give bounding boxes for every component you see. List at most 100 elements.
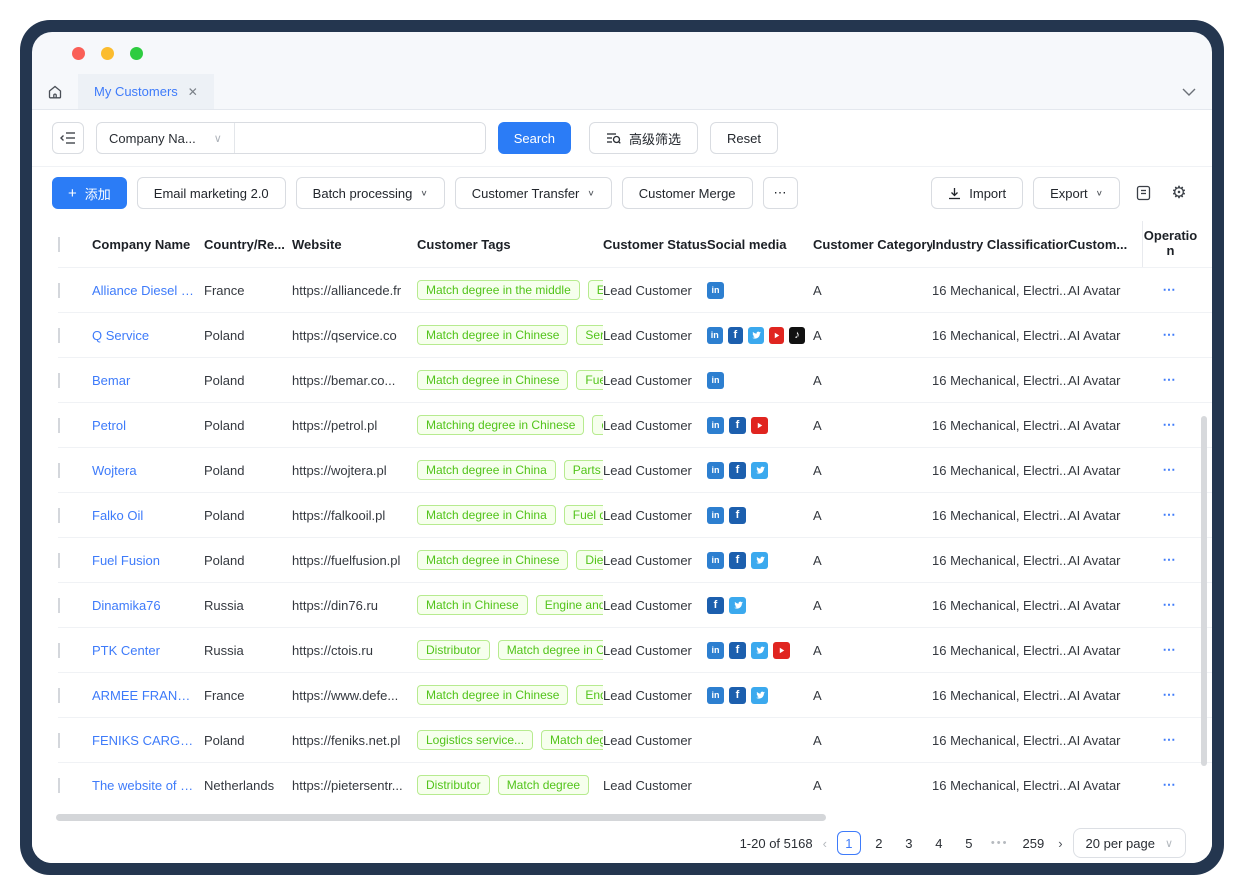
row-operations-button[interactable]: ⋯ [1142,417,1198,433]
advanced-filter-button[interactable]: 高级筛选 [589,122,698,154]
country-cell: France [204,688,292,703]
company-link[interactable]: Fuel Fusion [92,553,196,568]
company-link[interactable]: ARMEE FRANCAI... [92,688,196,703]
company-link[interactable]: Bemar [92,373,196,388]
row-checkbox[interactable] [58,283,60,298]
row-checkbox[interactable] [58,463,60,478]
facebook-icon[interactable]: f [707,597,724,614]
page-last[interactable]: 259 [1018,831,1048,855]
youtube-icon[interactable] [751,417,768,434]
row-checkbox[interactable] [58,733,60,748]
twitter-icon[interactable] [751,552,768,569]
export-button[interactable]: Export ∨ [1033,177,1120,209]
row-checkbox[interactable] [58,373,60,388]
facebook-icon[interactable]: f [728,327,744,344]
row-checkbox[interactable] [58,418,60,433]
row-checkbox[interactable] [58,508,60,523]
maximize-window-dot[interactable] [130,47,143,60]
twitter-icon[interactable] [748,327,764,344]
search-field-select[interactable]: Company Na... ∨ [97,123,235,153]
import-button[interactable]: Import [931,177,1023,209]
linkedin-icon[interactable]: in [707,372,724,389]
row-checkbox[interactable] [58,553,60,568]
twitter-icon[interactable] [729,597,746,614]
facebook-icon[interactable]: f [729,687,746,704]
twitter-icon[interactable] [751,642,768,659]
row-operations-button[interactable]: ⋯ [1142,777,1198,793]
per-page-select[interactable]: 20 per page ∨ [1073,828,1186,858]
youtube-icon[interactable] [769,327,785,344]
tab-close-icon[interactable]: ✕ [188,85,198,99]
row-checkbox[interactable] [58,643,60,658]
row-operations-button[interactable]: ⋯ [1142,372,1198,388]
tab-my-customers[interactable]: My Customers ✕ [78,74,214,109]
linkedin-icon[interactable]: in [707,687,724,704]
search-input[interactable] [235,123,485,153]
page-1[interactable]: 1 [837,831,861,855]
company-link[interactable]: Q Service [92,328,196,343]
linkedin-icon[interactable]: in [707,552,724,569]
search-button[interactable]: Search [498,122,571,154]
youtube-icon[interactable] [773,642,790,659]
row-checkbox[interactable] [58,688,60,703]
customer-merge-button[interactable]: Customer Merge [622,177,753,209]
email-marketing-button[interactable]: Email marketing 2.0 [137,177,286,209]
select-all-checkbox[interactable] [58,237,60,252]
row-operations-button[interactable]: ⋯ [1142,462,1198,478]
linkedin-icon[interactable]: in [707,462,724,479]
facebook-icon[interactable]: f [729,507,746,524]
facebook-icon[interactable]: f [729,462,746,479]
settings-gear-icon[interactable]: ⚙ [1166,183,1192,203]
next-page-icon[interactable]: › [1058,836,1062,851]
page-5[interactable]: 5 [957,831,981,855]
page-ellipsis[interactable]: ••• [991,837,1009,849]
linkedin-icon[interactable]: in [707,417,724,434]
horizontal-scrollbar[interactable] [56,814,826,821]
row-operations-button[interactable]: ⋯ [1142,327,1198,343]
reset-button[interactable]: Reset [710,122,778,154]
facebook-icon[interactable]: f [729,417,746,434]
company-link[interactable]: The website of pi... [92,778,196,793]
page-4[interactable]: 4 [927,831,951,855]
tiktok-icon[interactable]: ♪ [789,327,805,344]
company-link[interactable]: Petrol [92,418,196,433]
facebook-icon[interactable]: f [729,552,746,569]
facebook-icon[interactable]: f [729,642,746,659]
linkedin-icon[interactable]: in [707,327,723,344]
vertical-scrollbar[interactable] [1201,416,1207,766]
company-link[interactable]: Alliance Diesel R... [92,283,196,298]
twitter-icon[interactable] [751,462,768,479]
close-window-dot[interactable] [72,47,85,60]
row-operations-button[interactable]: ⋯ [1142,507,1198,523]
company-link[interactable]: Falko Oil [92,508,196,523]
row-operations-button[interactable]: ⋯ [1142,282,1198,298]
linkedin-icon[interactable]: in [707,507,724,524]
home-icon[interactable] [32,74,78,109]
row-operations-button[interactable]: ⋯ [1142,687,1198,703]
company-link[interactable]: Dinamika76 [92,598,196,613]
twitter-icon[interactable] [751,687,768,704]
linkedin-icon[interactable]: in [707,282,724,299]
page-2[interactable]: 2 [867,831,891,855]
prev-page-icon[interactable]: ‹ [823,836,827,851]
customer-transfer-button[interactable]: Customer Transfer ∨ [455,177,612,209]
row-checkbox[interactable] [58,598,60,613]
more-actions-button[interactable]: ⋯ [763,177,798,209]
tabbar-chevron-down-icon[interactable] [1166,74,1212,109]
company-link[interactable]: FENIKS CARGO S... [92,733,196,748]
batch-processing-button[interactable]: Batch processing ∨ [296,177,445,209]
row-operations-button[interactable]: ⋯ [1142,552,1198,568]
row-operations-button[interactable]: ⋯ [1142,642,1198,658]
page-3[interactable]: 3 [897,831,921,855]
company-link[interactable]: Wojtera [92,463,196,478]
filter-collapse-icon[interactable] [52,122,84,154]
row-operations-button[interactable]: ⋯ [1142,732,1198,748]
linkedin-icon[interactable]: in [707,642,724,659]
row-checkbox[interactable] [58,778,60,793]
row-checkbox[interactable] [58,328,60,343]
add-button[interactable]: + 添加 [52,177,127,209]
minimize-window-dot[interactable] [101,47,114,60]
row-operations-button[interactable]: ⋯ [1142,597,1198,613]
saved-views-icon[interactable] [1130,185,1156,201]
company-link[interactable]: PTK Center [92,643,196,658]
